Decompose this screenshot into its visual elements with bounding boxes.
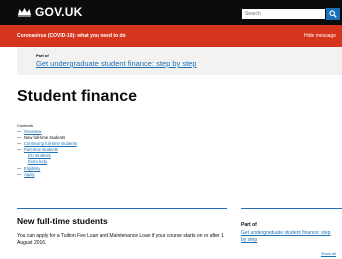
contents-dash-icon: — (17, 171, 22, 177)
sidebar-part-of-label: Part of (241, 222, 257, 228)
search-button[interactable] (326, 8, 340, 20)
contents-item-label[interactable]: Overview (24, 129, 41, 135)
search-box (241, 8, 326, 20)
part-of-label: Part of (36, 53, 49, 58)
show-all-link[interactable]: Show all (321, 251, 336, 256)
govuk-logo[interactable]: GOV.UK (17, 5, 82, 19)
section-heading: New full-time students (17, 216, 108, 226)
emergency-banner: Coronavirus (COVID-19): what you need to… (0, 25, 342, 47)
site-header: GOV.UK (0, 0, 342, 25)
contents-dash-icon: — (17, 141, 22, 147)
contents-title: Contents (17, 123, 34, 128)
sidebar-step-by-step-link[interactable]: Get undergraduate student finance: step … (241, 230, 333, 244)
contents-dash-icon: — (17, 165, 22, 171)
sidebar-divider (241, 208, 342, 209)
contents-dash-icon: — (17, 135, 22, 141)
section-divider (17, 208, 227, 209)
logo-text: GOV.UK (35, 5, 83, 19)
section-body: You can apply for a Tuition Fee Loan and… (17, 233, 224, 246)
step-by-step-link[interactable]: Get undergraduate student finance: step … (36, 59, 197, 68)
step-by-step-panel: Part of Get undergraduate student financ… (17, 47, 342, 75)
hide-message-link[interactable]: Hide message (304, 33, 336, 39)
search-input[interactable] (242, 9, 325, 19)
page-title: Student finance (17, 88, 138, 105)
search-icon (329, 10, 337, 18)
contents-item-label: New full-time students (24, 135, 66, 141)
contents-item-label[interactable]: Extra help (28, 159, 47, 165)
contents-item-label[interactable]: EU students (28, 153, 51, 159)
contents-item-label[interactable]: Eligibility (24, 166, 40, 172)
contents-item-label[interactable]: Apply (24, 172, 34, 178)
contents-item-label[interactable]: Continuing full-time students (24, 141, 77, 147)
banner-link[interactable]: Coronavirus (COVID-19): what you need to… (17, 33, 126, 39)
contents-dash-icon: — (17, 129, 22, 134)
contents-item-label[interactable]: Part-time students (24, 147, 58, 153)
contents-dash-icon: — (17, 147, 22, 153)
crown-icon (18, 8, 31, 17)
